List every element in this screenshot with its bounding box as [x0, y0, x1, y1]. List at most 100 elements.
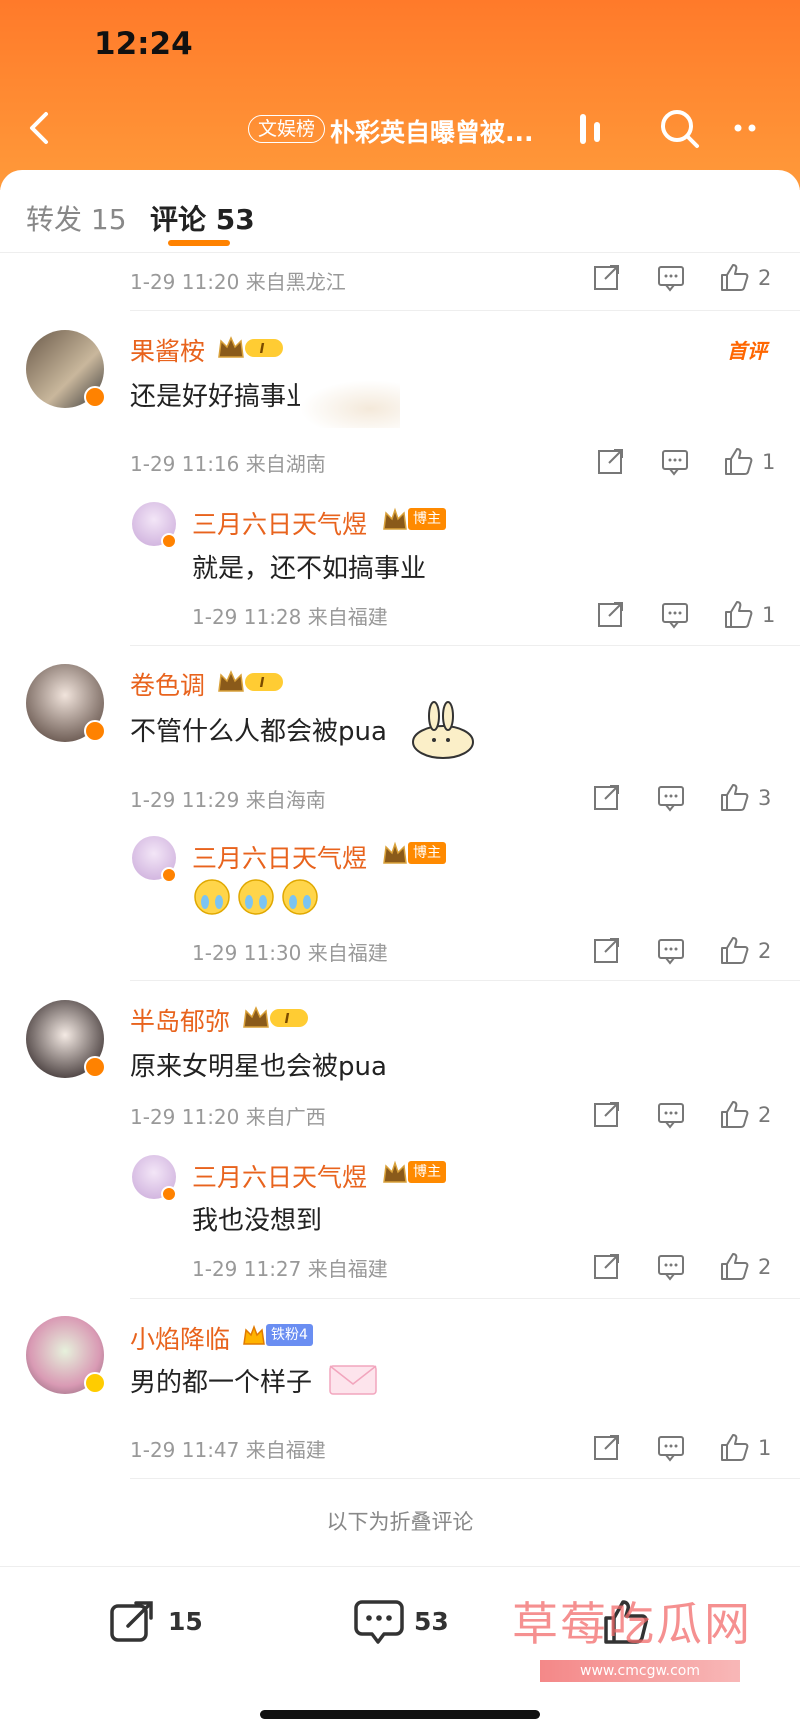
- thumbs-up-icon[interactable]: [718, 781, 750, 813]
- reply-author[interactable]: 三月六日天气煜: [192, 1158, 367, 1194]
- fan-level-tag: 铁粉4: [266, 1324, 313, 1346]
- host-tag: 博主: [408, 1161, 446, 1183]
- verified-badge: [161, 533, 177, 549]
- like-count: 1: [762, 603, 776, 627]
- verified-badge: [84, 720, 106, 742]
- watermark-url: www.cmcgw.com: [540, 1660, 740, 1682]
- share-icon[interactable]: [592, 782, 622, 812]
- like-count: 2: [758, 1103, 772, 1127]
- comment-meta: 1-29 11:47 来自福建: [130, 1438, 326, 1462]
- thumbs-up-icon[interactable]: [718, 1431, 750, 1463]
- share-icon[interactable]: [596, 599, 626, 629]
- divider: [130, 1298, 800, 1299]
- crown-icon: [383, 507, 407, 530]
- back-arrow-icon[interactable]: [20, 108, 60, 148]
- comment-icon[interactable]: [656, 1432, 686, 1462]
- comment-icon[interactable]: [656, 262, 686, 292]
- topic-badge[interactable]: 文娱榜: [248, 115, 326, 143]
- thumbs-up-icon[interactable]: [718, 1098, 750, 1130]
- comment-author[interactable]: 果酱桉: [130, 332, 205, 368]
- repost-icon[interactable]: [108, 1598, 156, 1646]
- crown-icon: [383, 1160, 407, 1183]
- reply-author[interactable]: 三月六日天气煜: [192, 839, 367, 875]
- comment-text: 男的都一个样子: [130, 1368, 313, 1398]
- comment-meta: 1-29 11:20 来自黑龙江: [130, 270, 346, 294]
- comment-author[interactable]: 半岛郁弥: [130, 1002, 230, 1038]
- page-title: 朴彩英自曝曾被...: [330, 118, 534, 147]
- share-icon[interactable]: [592, 1099, 622, 1129]
- comment-icon[interactable]: [656, 935, 686, 965]
- comment-text: 还是好好搞事业: [130, 382, 313, 412]
- folded-comments-link[interactable]: 以下为折叠评论: [0, 1506, 800, 1536]
- share-icon[interactable]: [592, 1432, 622, 1462]
- divider: [130, 980, 800, 981]
- reply-meta: 1-29 11:27 来自福建: [192, 1257, 388, 1281]
- reply-author[interactable]: 三月六日天气煜: [192, 505, 367, 541]
- reply-text: 就是，还不如搞事业: [192, 554, 427, 584]
- like-count: 1: [762, 450, 776, 474]
- comment-icon[interactable]: [656, 782, 686, 812]
- member-crown-icon: I: [243, 1006, 308, 1028]
- thumbs-up-icon[interactable]: [718, 261, 750, 293]
- crown-icon: [383, 841, 407, 864]
- verified-badge: [161, 1186, 177, 1202]
- host-tag: 博主: [408, 508, 446, 530]
- thumbs-up-icon[interactable]: [722, 598, 754, 630]
- member-crown-icon: I: [218, 336, 283, 358]
- like-count: 2: [758, 939, 772, 963]
- reply-text: 我也没想到: [192, 1206, 323, 1236]
- tab-repost[interactable]: 转发 15: [26, 198, 127, 238]
- comment-author[interactable]: 卷色调: [130, 666, 205, 702]
- member-level: I: [285, 1012, 290, 1027]
- comment-meta: 1-29 11:29 来自海南: [130, 788, 326, 812]
- comment-icon[interactable]: [656, 1251, 686, 1281]
- more-icon[interactable]: [734, 124, 756, 132]
- like-count: 2: [758, 1255, 772, 1279]
- reply-meta: 1-29 11:30 来自福建: [192, 941, 388, 965]
- thumbs-up-icon[interactable]: [718, 1250, 750, 1282]
- envelope-sticker-icon: [329, 1365, 377, 1395]
- comment-icon[interactable]: [660, 599, 690, 629]
- share-icon[interactable]: [592, 1251, 622, 1281]
- repost-count: 15: [168, 1607, 203, 1636]
- verified-badge: [84, 386, 106, 408]
- comment-author[interactable]: 小焰降临: [130, 1320, 230, 1356]
- divider: [130, 310, 800, 311]
- comment-meta: 1-29 11:20 来自广西: [130, 1105, 326, 1129]
- like-count: 1: [758, 1436, 772, 1460]
- verified-badge: [161, 867, 177, 883]
- header-actions: [580, 110, 756, 148]
- verified-badge: [84, 1056, 106, 1078]
- member-crown-icon: I: [218, 670, 283, 692]
- comment-bubble-decoration: [300, 380, 400, 428]
- comment-text: 原来女明星也会被pua: [130, 1052, 387, 1082]
- comment-icon[interactable]: [656, 1099, 686, 1129]
- like-count: 2: [758, 266, 772, 290]
- watermark: 草莓吃瓜网: [512, 1597, 752, 1651]
- share-icon[interactable]: [592, 935, 622, 965]
- bunny-sticker-icon: [412, 701, 474, 759]
- tab-comment[interactable]: 评论 53: [150, 198, 255, 238]
- status-time: 12:24: [94, 26, 193, 62]
- comment-icon[interactable]: [660, 446, 690, 476]
- tab-bar: 转发 15 评论 53: [0, 172, 800, 252]
- sound-icon[interactable]: [580, 114, 600, 144]
- tab-active-indicator: [168, 240, 230, 246]
- thumbs-up-icon[interactable]: [718, 934, 750, 966]
- thumbs-up-icon[interactable]: [722, 445, 754, 477]
- share-icon[interactable]: [592, 262, 622, 292]
- like-count: 3: [758, 786, 772, 810]
- divider: [130, 1478, 800, 1479]
- crying-emoji-icon: [194, 879, 318, 915]
- member-level: I: [260, 342, 265, 357]
- comment-icon[interactable]: [354, 1596, 404, 1646]
- home-indicator: [260, 1710, 540, 1719]
- reply-meta: 1-29 11:28 来自福建: [192, 605, 388, 629]
- search-icon[interactable]: [661, 110, 699, 148]
- host-tag: 博主: [408, 842, 446, 864]
- share-icon[interactable]: [596, 446, 626, 476]
- divider: [0, 252, 800, 253]
- comment-text: 不管什么人都会被pua: [130, 717, 387, 747]
- verified-badge: [84, 1372, 106, 1394]
- comment-meta: 1-29 11:16 来自湖南: [130, 452, 326, 476]
